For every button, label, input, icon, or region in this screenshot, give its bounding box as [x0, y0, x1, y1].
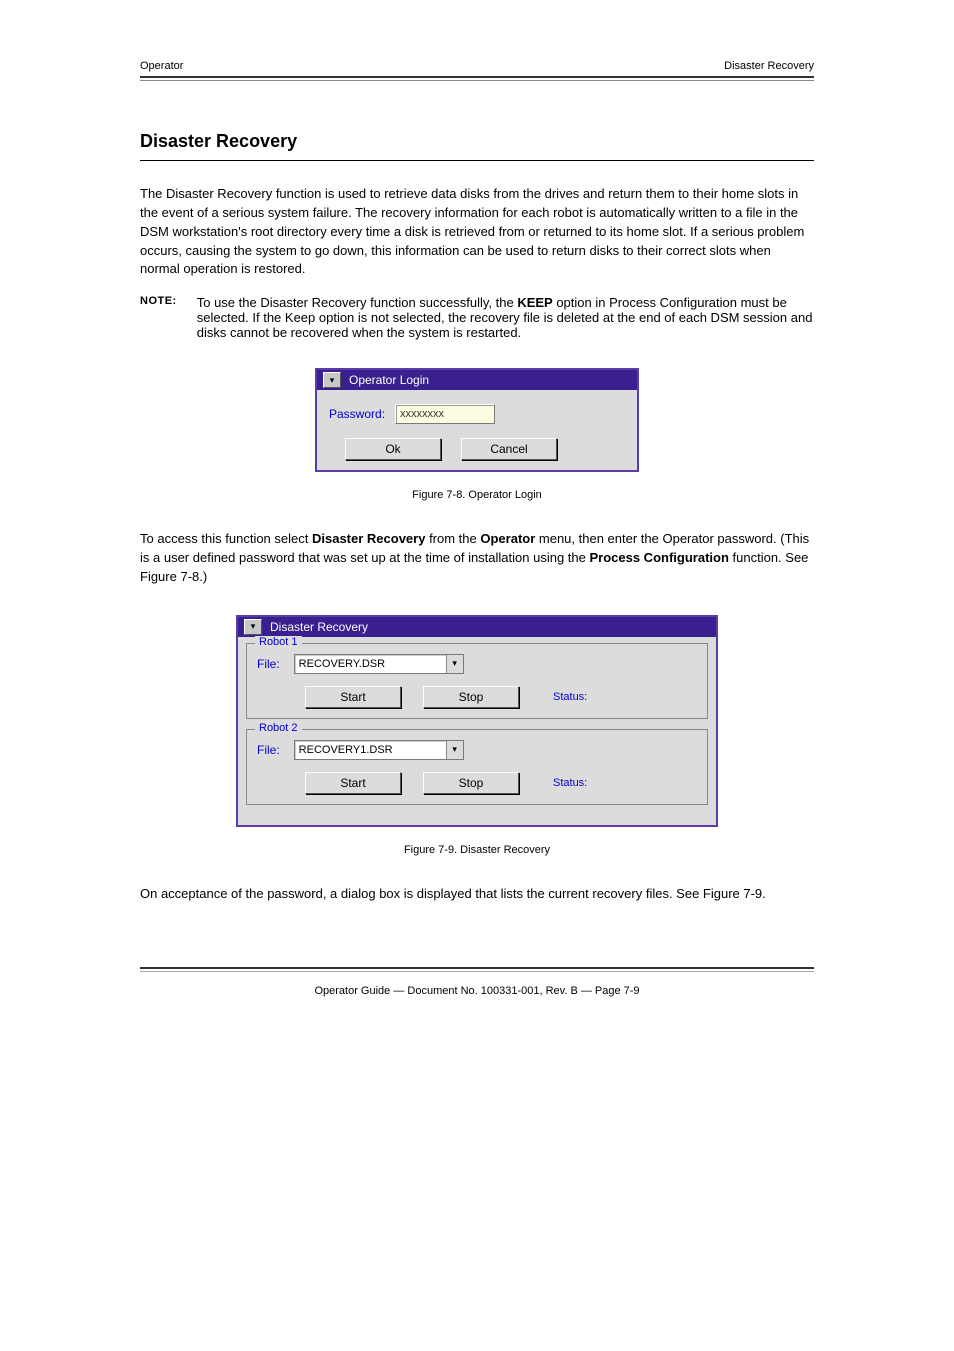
p2b: Disaster Recovery [312, 531, 425, 546]
robot1-start-button[interactable]: Start [305, 686, 401, 708]
note-block: NOTE: To use the Disaster Recovery funct… [140, 295, 814, 340]
p2f: Process Configuration [589, 550, 728, 565]
login-titlebar: ▾ Operator Login [317, 370, 637, 390]
robot1-file-label: File: [257, 657, 280, 671]
p2a: To access this function select [140, 531, 312, 546]
login-title-text: Operator Login [349, 373, 429, 387]
figure-caption-login: Figure 7-8. Operator Login [140, 488, 814, 504]
section-title: Disaster Recovery [140, 131, 814, 152]
robot1-stop-button[interactable]: Stop [423, 686, 519, 708]
note-body: To use the Disaster Recovery function su… [197, 295, 814, 340]
robot1-status-label: Status: [553, 691, 587, 703]
robot2-start-button[interactable]: Start [305, 772, 401, 794]
chevron-down-icon[interactable]: ▾ [446, 741, 463, 759]
figure-caption-dr: Figure 7-9. Disaster Recovery [140, 843, 814, 859]
note-bold-keep: KEEP [517, 295, 552, 310]
system-menu-icon[interactable]: ▾ [323, 372, 341, 388]
section-underline [140, 160, 814, 161]
footer-rule [140, 963, 814, 973]
ok-button[interactable]: Ok [345, 438, 441, 460]
note-text-1: To use the Disaster Recovery function su… [197, 295, 518, 310]
header-rule [140, 76, 814, 81]
operator-login-window: ▾ Operator Login Password: xxxxxxxx Ok C… [315, 368, 639, 472]
note-label: NOTE: [140, 295, 177, 307]
robot2-group: Robot 2 File: RECOVERY1.DSR ▾ Start Stop… [246, 729, 708, 805]
cancel-button[interactable]: Cancel [461, 438, 557, 460]
dr-titlebar: ▾ Disaster Recovery [238, 617, 716, 637]
robot1-group: Robot 1 File: RECOVERY.DSR ▾ Start Stop … [246, 643, 708, 719]
p2d: Operator [480, 531, 535, 546]
footer-text: Operator Guide — Document No. 100331-001… [140, 985, 814, 997]
robot1-file-combo[interactable]: RECOVERY.DSR ▾ [294, 654, 464, 674]
system-menu-icon[interactable]: ▾ [244, 619, 262, 635]
header-right: Disaster Recovery [724, 60, 814, 72]
p2c: from the [425, 531, 480, 546]
robot2-file-value: RECOVERY1.DSR [295, 741, 446, 759]
paragraph-access: To access this function select Disaster … [140, 530, 814, 587]
header-left: Operator [140, 60, 183, 72]
robot1-file-value: RECOVERY.DSR [295, 655, 446, 673]
robot2-legend: Robot 2 [255, 722, 302, 734]
paragraph-after-dr: On acceptance of the password, a dialog … [140, 885, 814, 904]
password-input[interactable]: xxxxxxxx [395, 404, 495, 424]
robot1-legend: Robot 1 [255, 636, 302, 648]
disaster-recovery-window: ▾ Disaster Recovery Robot 1 File: RECOVE… [236, 615, 718, 827]
password-label: Password: [329, 407, 385, 421]
dr-title-text: Disaster Recovery [270, 620, 368, 634]
paragraph-intro: The Disaster Recovery function is used t… [140, 185, 814, 279]
robot2-stop-button[interactable]: Stop [423, 772, 519, 794]
robot2-file-combo[interactable]: RECOVERY1.DSR ▾ [294, 740, 464, 760]
robot2-status-label: Status: [553, 777, 587, 789]
robot2-file-label: File: [257, 743, 280, 757]
chevron-down-icon[interactable]: ▾ [446, 655, 463, 673]
